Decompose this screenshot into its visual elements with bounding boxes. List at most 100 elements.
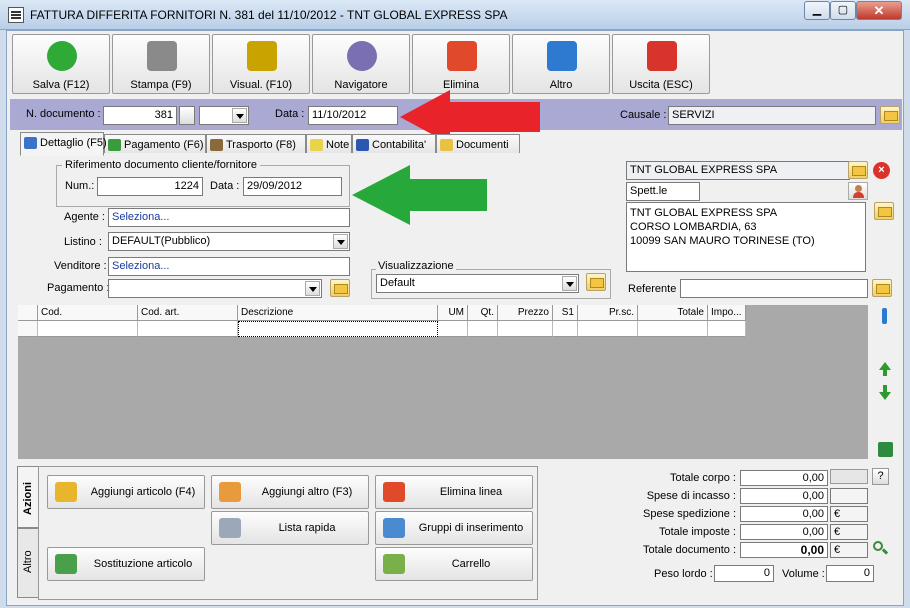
grid-cell[interactable]	[708, 321, 746, 337]
reference-date-field[interactable]: 29/09/2012	[243, 177, 342, 196]
total-label: Totale imposte :	[658, 526, 736, 538]
grid-column-header[interactable]: Qt.	[468, 305, 498, 321]
grid-column-header[interactable]: Impo...	[708, 305, 746, 321]
move-up-icon[interactable]	[876, 360, 894, 380]
total-value-field: 0,00	[740, 524, 828, 540]
address-line: 10099 SAN MAURO TORINESE (TO)	[630, 235, 815, 247]
action-button-label: Gruppi di inserimento	[418, 522, 524, 534]
grid-column-header[interactable]: Descrizione	[238, 305, 438, 321]
visualizzazione-label: Visualizzazione	[376, 260, 456, 272]
replace-icon	[55, 554, 77, 574]
tab-label: Pagamento (F6)	[124, 139, 204, 151]
total-unit-field: €	[830, 542, 868, 558]
app-icon	[8, 7, 24, 23]
address-folder-icon[interactable]	[874, 202, 894, 220]
toolbar-button-4[interactable]: Elimina	[412, 34, 510, 94]
action-button-label: Aggiungi articolo (F4)	[90, 486, 196, 498]
action-button-label: Lista rapida	[278, 522, 336, 534]
grid-cell[interactable]	[468, 321, 498, 337]
toolbar-button-0[interactable]: Salva (F12)	[12, 34, 110, 94]
zoom-totals-icon[interactable]	[872, 540, 889, 556]
article-grid[interactable]: Cod. Cod. art. Descrizione UM Qt. Prezzo S1 Pr.…	[18, 305, 868, 459]
document-date-field[interactable]: 11/10/2012	[308, 106, 398, 125]
grid-cell[interactable]	[638, 321, 708, 337]
tab-altro[interactable]: Altro	[17, 528, 39, 598]
document-series-select[interactable]	[199, 106, 249, 125]
action-button-label: Sostituzione articolo	[93, 558, 193, 570]
action-button-0[interactable]: Aggiungi articolo (F4)	[47, 475, 205, 509]
action-button-3[interactable]: Lista rapida	[211, 511, 369, 545]
move-top-icon[interactable]	[876, 306, 894, 326]
compass-icon	[347, 41, 377, 71]
volume-label: Volume :	[782, 568, 825, 580]
grid-cell[interactable]	[238, 321, 438, 337]
pagamento-select[interactable]	[108, 279, 322, 298]
grid-column-header[interactable]: Pr.sc.	[578, 305, 638, 321]
listino-select[interactable]: DEFAULT(Pubblico)	[108, 232, 350, 251]
close-button[interactable]: ✕	[856, 1, 902, 20]
venditore-field[interactable]: Seleziona...	[108, 257, 350, 276]
customer-folder-icon[interactable]	[848, 161, 868, 179]
minimize-button[interactable]: ▁	[804, 1, 830, 20]
toolbar-button-1[interactable]: Stampa (F9)	[112, 34, 210, 94]
venditore-label: Venditore :	[54, 260, 107, 272]
grid-cell[interactable]	[38, 321, 138, 337]
quick-list-icon	[219, 518, 241, 538]
action-button-6[interactable]: Carrello	[375, 547, 533, 581]
action-button-1[interactable]: Aggiungi altro (F3)	[211, 475, 369, 509]
grid-column-header[interactable]: UM	[438, 305, 468, 321]
grid-cell[interactable]	[578, 321, 638, 337]
volume-field[interactable]: 0	[826, 565, 874, 582]
document-number-field[interactable]: 381	[103, 106, 177, 125]
customer-address-box[interactable]: TNT GLOBAL EXPRESS SPA CORSO LOMBARDIA, 6…	[626, 202, 866, 272]
causale-folder-icon[interactable]	[880, 106, 900, 124]
title-bar: FATTURA DIFFERITA FORNITORI N. 381 del 1…	[0, 0, 910, 30]
pagamento-folder-icon[interactable]	[330, 279, 350, 297]
reference-num-field[interactable]: 1224	[97, 177, 203, 196]
causale-field[interactable]: SERVIZI	[668, 106, 876, 125]
referente-folder-icon[interactable]	[872, 279, 892, 297]
move-down-icon[interactable]	[876, 383, 894, 403]
peso-label: Peso lordo :	[654, 568, 713, 580]
peso-field[interactable]: 0	[714, 565, 774, 582]
toolbar-button-3[interactable]: Navigatore	[312, 34, 410, 94]
toolbar-button-5[interactable]: Altro	[512, 34, 610, 94]
grid-cell[interactable]	[138, 321, 238, 337]
actions-panel: Aggiungi articolo (F4) Aggiungi altro (F3…	[38, 466, 538, 600]
grid-cell[interactable]	[498, 321, 553, 337]
customer-name-field[interactable]: TNT GLOBAL EXPRESS SPA	[626, 161, 850, 180]
toolbar-button-6[interactable]: Uscita (ESC)	[612, 34, 710, 94]
tab-azioni[interactable]: Azioni	[17, 466, 39, 528]
salutation-field[interactable]: Spett.le	[626, 182, 700, 201]
maximize-button[interactable]: ▢	[830, 1, 856, 20]
export-excel-icon[interactable]	[876, 440, 894, 460]
grid-row-indicator[interactable]	[18, 321, 38, 337]
grid-column-header[interactable]: Prezzo	[498, 305, 553, 321]
grid-cell[interactable]	[553, 321, 578, 337]
document-number-button[interactable]	[179, 106, 195, 125]
visualizzazione-select[interactable]: Default	[376, 274, 579, 293]
clear-customer-icon[interactable]: ×	[873, 162, 890, 179]
toolbar-button-2[interactable]: Visual. (F10)	[212, 34, 310, 94]
help-button[interactable]: ?	[872, 468, 889, 485]
visualizzazione-folder-icon[interactable]	[586, 273, 606, 291]
referente-field[interactable]	[680, 279, 868, 298]
grid-column-header[interactable]: Totale	[638, 305, 708, 321]
action-button-4[interactable]: Gruppi di inserimento	[375, 511, 533, 545]
toolbar-button-label: Navigatore	[334, 79, 388, 91]
contact-person-icon[interactable]	[848, 182, 868, 200]
printer-icon	[147, 41, 177, 71]
reference-num-label: Num.:	[65, 180, 95, 192]
grid-cell[interactable]	[438, 321, 468, 337]
agente-field[interactable]: Seleziona...	[108, 208, 350, 227]
grid-column-header[interactable]: S1	[553, 305, 578, 321]
action-button-label: Carrello	[451, 558, 491, 570]
exit-icon	[647, 41, 677, 71]
grid-column-header[interactable]: Cod.	[38, 305, 138, 321]
tab-0[interactable]: Dettaglio (F5)	[20, 132, 107, 156]
tab-azioni-label: Azioni	[22, 482, 34, 515]
action-button-2[interactable]: Elimina linea	[375, 475, 533, 509]
action-button-5[interactable]: Sostituzione articolo	[47, 547, 205, 581]
grid-column-header[interactable]: Cod. art.	[138, 305, 238, 321]
grid-corner[interactable]	[18, 305, 38, 321]
